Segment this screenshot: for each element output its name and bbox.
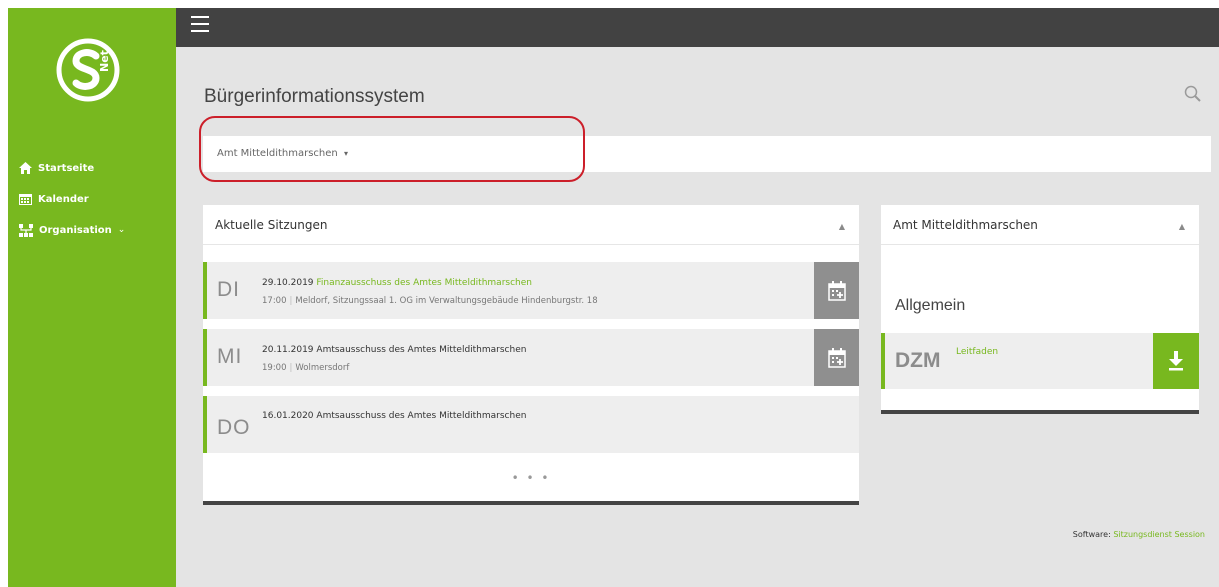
document-abbreviation: DZM xyxy=(895,349,941,372)
sidebar-item-label: Organisation xyxy=(39,224,112,236)
sidebar-item-label: Kalender xyxy=(38,193,89,205)
document-item[interactable]: DZM Leitfaden xyxy=(881,333,1199,389)
panel-header: Aktuelle Sitzungen ▲ xyxy=(203,205,859,245)
collapse-icon[interactable]: ▲ xyxy=(1179,222,1185,231)
chevron-down-icon: ⌄ xyxy=(117,225,126,235)
snet-logo[interactable]: Net xyxy=(56,38,120,102)
document-link[interactable]: Leitfaden xyxy=(956,347,998,357)
search-icon[interactable] xyxy=(1184,85,1202,103)
footer-label: Software: xyxy=(1072,530,1111,539)
session-heading: 16.01.2020 Amtsausschuss des Amtes Mitte… xyxy=(262,411,526,421)
session-item[interactable]: MI 20.11.2019 Amtsausschuss des Amtes Mi… xyxy=(203,329,859,386)
panel-title: Amt Mitteldithmarschen xyxy=(893,218,1038,232)
session-day: DO xyxy=(217,416,251,439)
home-icon xyxy=(19,162,32,174)
sidebar: Net Startseite Kalender Organisation ⌄ xyxy=(8,8,176,587)
footer: Software: Sitzungsdienst Session xyxy=(1073,530,1205,539)
sidebar-nav: Startseite Kalender Organisation ⌄ xyxy=(8,158,176,251)
sidebar-item-label: Startseite xyxy=(38,162,95,174)
session-location: Wolmersdorf xyxy=(295,363,350,373)
session-details: 19:00 | Wolmersdorf xyxy=(262,363,350,373)
session-item[interactable]: DO 16.01.2020 Amtsausschuss des Amtes Mi… xyxy=(203,396,859,453)
sidebar-item-organisation[interactable]: Organisation ⌄ xyxy=(8,220,176,240)
session-date: 29.10.2019 xyxy=(262,278,314,288)
organisation-panel: Amt Mitteldithmarschen ▲ Allgemein DZM L… xyxy=(881,205,1199,414)
top-bar xyxy=(176,8,1219,47)
panel-title: Aktuelle Sitzungen xyxy=(215,218,328,232)
collapse-icon[interactable]: ▲ xyxy=(839,222,845,231)
page-title: Bürgerinformationssystem xyxy=(204,86,425,107)
session-title[interactable]: Amtsausschuss des Amtes Mitteldithmarsch… xyxy=(316,345,526,355)
sidebar-item-startseite[interactable]: Startseite xyxy=(8,158,176,178)
section-heading: Allgemein xyxy=(895,297,966,314)
session-heading: 29.10.2019 Finanzausschuss des Amtes Mit… xyxy=(262,278,532,288)
menu-icon[interactable] xyxy=(191,16,209,32)
session-day: MI xyxy=(217,345,243,368)
footer-software-link[interactable]: Sitzungsdienst Session xyxy=(1113,530,1205,539)
add-to-calendar-button[interactable] xyxy=(814,329,859,386)
session-day: DI xyxy=(217,278,240,301)
session-item[interactable]: DI 29.10.2019 Finanzausschuss des Amtes … xyxy=(203,262,859,319)
calendar-add-icon xyxy=(827,347,846,368)
session-title[interactable]: Amtsausschuss des Amtes Mitteldithmarsch… xyxy=(316,411,526,421)
highlight-annotation xyxy=(199,116,585,182)
calendar-add-icon xyxy=(827,280,846,301)
download-icon xyxy=(1169,351,1183,371)
download-button[interactable] xyxy=(1153,333,1199,389)
session-time: 17:00 xyxy=(262,296,287,306)
calendar-icon xyxy=(19,194,32,205)
session-location: Meldorf, Sitzungssaal 1. OG im Verwaltun… xyxy=(295,296,598,306)
session-time: 19:00 xyxy=(262,363,287,373)
session-details: 17:00 | Meldorf, Sitzungssaal 1. OG im Ver… xyxy=(262,296,598,306)
session-date: 20.11.2019 xyxy=(262,345,314,355)
current-sessions-panel: Aktuelle Sitzungen ▲ DI 29.10.2019 Finan… xyxy=(203,205,859,505)
organisation-icon xyxy=(19,223,33,237)
panel-header: Amt Mitteldithmarschen ▲ xyxy=(881,205,1199,245)
sidebar-item-kalender[interactable]: Kalender xyxy=(8,189,176,209)
logo-text: Net xyxy=(98,50,111,72)
session-date: 16.01.2020 xyxy=(262,411,314,421)
session-heading: 20.11.2019 Amtsausschuss des Amtes Mitte… xyxy=(262,345,526,355)
add-to-calendar-button[interactable] xyxy=(814,262,859,319)
more-sessions-button[interactable]: • • • xyxy=(203,471,859,485)
session-title-link[interactable]: Finanzausschuss des Amtes Mitteldithmars… xyxy=(316,278,532,288)
